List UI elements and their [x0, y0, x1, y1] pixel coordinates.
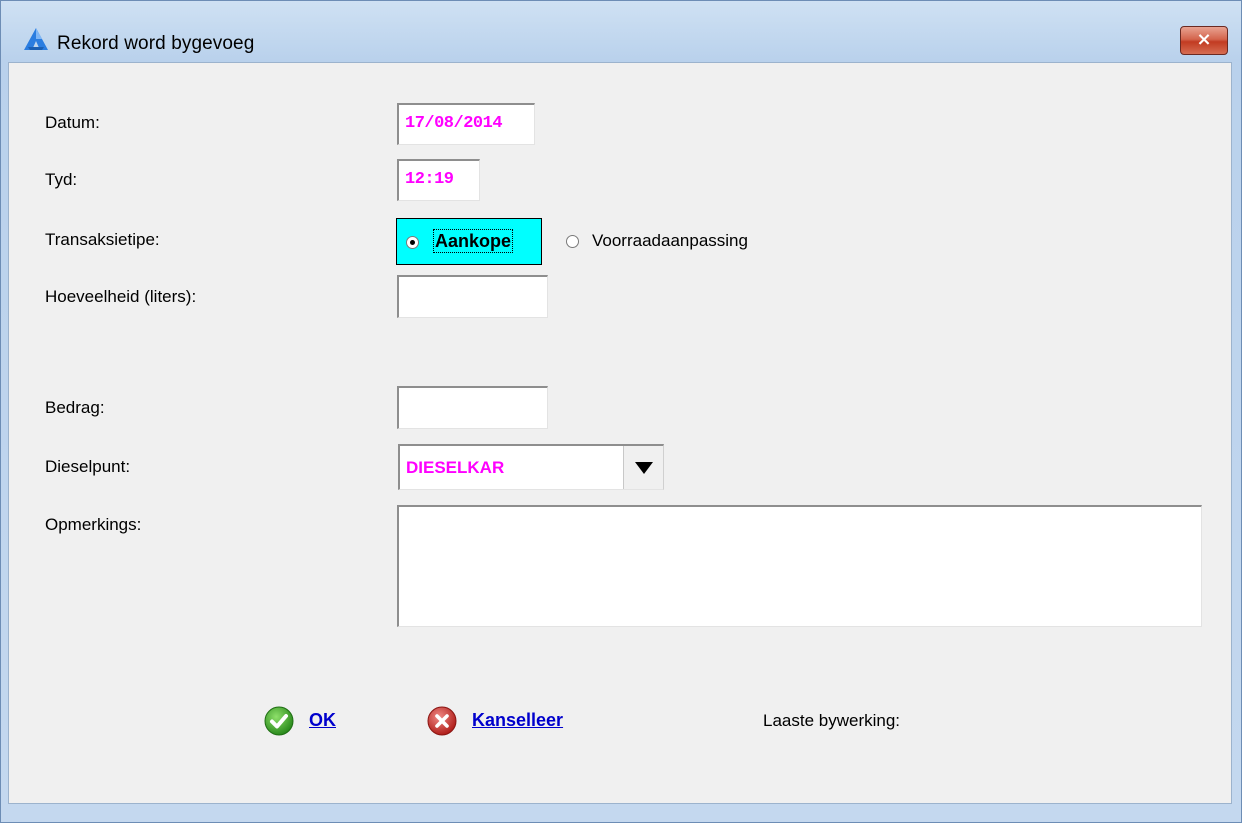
cancel-x-icon — [427, 706, 457, 736]
radio-voorraadaanpassing-label[interactable]: Voorraadaanpassing — [592, 231, 748, 251]
hoeveelheid-label: Hoeveelheid (liters): — [45, 287, 197, 306]
datum-label: Datum: — [45, 113, 100, 132]
dieselpunt-dropdown[interactable]: DIESELKAR — [398, 444, 664, 490]
dropdown-button[interactable] — [623, 446, 663, 489]
close-button[interactable]: × — [1180, 26, 1228, 55]
tyd-field[interactable]: 12:19 — [397, 159, 480, 201]
transaksietipe-label: Transaksietipe: — [45, 230, 160, 249]
close-icon: × — [1196, 29, 1212, 50]
opmerkings-textarea[interactable] — [397, 505, 1202, 627]
window-title: Rekord word bygevoeg — [57, 33, 255, 54]
ok-label[interactable]: OK — [309, 710, 336, 731]
radio-aankope-label[interactable]: Aankope — [432, 229, 514, 253]
radio-selected-dot-icon — [410, 240, 415, 245]
bedrag-label: Bedrag: — [45, 398, 105, 417]
cancel-label[interactable]: Kanselleer — [472, 710, 563, 731]
tyd-label: Tyd: — [45, 170, 78, 189]
dropdown-arrow-icon — [635, 462, 653, 474]
dieselpunt-value: DIESELKAR — [406, 458, 505, 477]
app-logo-icon — [24, 28, 48, 50]
title-bar[interactable]: Rekord word bygevoeg × — [1, 1, 1241, 55]
checkmark-icon — [264, 706, 294, 736]
bedrag-field[interactable] — [397, 386, 548, 429]
opmerkings-label: Opmerkings: — [45, 515, 142, 534]
radio-aankope-button[interactable] — [406, 236, 419, 249]
datum-field[interactable]: 17/08/2014 — [397, 103, 535, 145]
last-update-label: Laaste bywerking: — [763, 711, 901, 730]
hoeveelheid-field[interactable] — [397, 275, 548, 318]
tyd-value: 12:19 — [405, 170, 454, 189]
datum-value: 17/08/2014 — [405, 114, 503, 133]
dieselpunt-label: Dieselpunt: — [45, 457, 131, 476]
radio-voorraadaanpassing-button[interactable] — [566, 235, 579, 248]
dialog-body — [8, 62, 1232, 804]
